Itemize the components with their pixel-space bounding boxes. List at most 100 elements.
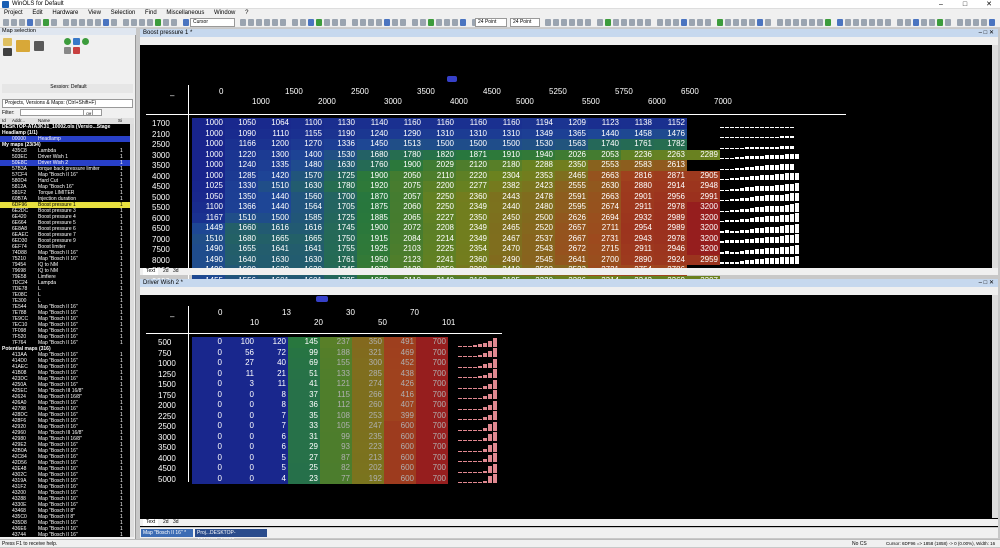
toolbar-button-icon[interactable] (825, 19, 831, 26)
map-cell[interactable]: 2180 (489, 160, 522, 171)
toolbar-button-icon[interactable] (785, 19, 791, 26)
map-cell[interactable]: 2989 (654, 212, 687, 223)
map-cell[interactable]: 115 (320, 389, 352, 400)
tab-text[interactable]: Text (143, 519, 159, 526)
map-cell[interactable]: 1500 (423, 139, 456, 150)
toolbar-button-icon[interactable] (63, 19, 69, 26)
map-cell[interactable]: 600 (384, 431, 416, 442)
map-cell[interactable]: 1871 (456, 149, 489, 160)
menu-find[interactable]: Find (141, 9, 161, 17)
map-cell[interactable]: 1875 (357, 202, 390, 213)
projects-combo[interactable]: Projects, Versions & Maps: (Ctrl+Shift+F… (2, 99, 133, 108)
map-cell[interactable]: 1480 (291, 160, 324, 171)
map-cell[interactable]: 1510 (192, 233, 225, 244)
map-cell[interactable]: 5 (256, 452, 288, 463)
map-cell[interactable]: 1000 (192, 128, 225, 139)
map-cell[interactable]: 0 (192, 431, 224, 442)
map-cell[interactable]: 2553 (588, 160, 621, 171)
map-cell[interactable]: 145 (288, 337, 320, 348)
map-cell[interactable]: 2641 (555, 254, 588, 265)
toolbar-button-icon[interactable] (897, 19, 903, 26)
map-cell[interactable]: 2467 (489, 233, 522, 244)
map-cell[interactable]: 0 (192, 389, 224, 400)
map-cell[interactable]: 2555 (555, 181, 588, 192)
map-cell[interactable]: 2123 (390, 254, 423, 265)
toolbar-button-icon[interactable] (905, 19, 911, 26)
map-cell[interactable]: 2911 (621, 202, 654, 213)
toolbar-button-icon[interactable] (837, 19, 843, 26)
map-cell[interactable]: 700 (416, 400, 448, 411)
map-cell[interactable]: 2711 (588, 223, 621, 234)
menu-window[interactable]: Window (210, 9, 239, 17)
font-size-select-2[interactable]: 24 Point (510, 18, 540, 27)
map-cell[interactable]: 2060 (390, 202, 423, 213)
map-cell[interactable]: 3200 (687, 223, 720, 234)
map-cell[interactable]: 2500 (522, 212, 555, 223)
map-cell[interactable]: 2349 (456, 202, 489, 213)
minimize-button[interactable]: – (930, 0, 952, 9)
map-cell[interactable]: 2954 (621, 223, 654, 234)
toolbar-button-icon[interactable] (809, 19, 815, 26)
map-cell[interactable]: 1660 (225, 223, 258, 234)
toolbar-button-icon[interactable] (845, 19, 851, 26)
map-cell[interactable]: 1100 (192, 202, 225, 213)
map-cell[interactable]: 1900 (357, 170, 390, 181)
map-cell[interactable]: 3 (224, 379, 256, 390)
vertical-scrollbar[interactable] (992, 295, 998, 518)
map-cell[interactable]: 1500 (456, 139, 489, 150)
toolbar-button-icon[interactable] (597, 19, 603, 26)
map-cell[interactable]: 2978 (654, 202, 687, 213)
map-cell[interactable]: 2871 (654, 170, 687, 181)
toolbar-button-icon[interactable] (87, 19, 93, 26)
map-cell[interactable]: 120 (256, 337, 288, 348)
map-cell[interactable]: 2470 (489, 244, 522, 255)
map-cell[interactable]: 0 (192, 400, 224, 411)
toolbar-button-icon[interactable] (777, 19, 783, 26)
map-cell[interactable]: 2350 (555, 160, 588, 171)
map-cell[interactable]: 1440 (588, 128, 621, 139)
map-cell[interactable]: 1240 (225, 160, 258, 171)
map-cell[interactable]: 1500 (258, 212, 291, 223)
disk-icon[interactable] (34, 41, 44, 51)
window-controls[interactable]: – □ ✕ (979, 29, 994, 37)
map-cell[interactable]: 0 (224, 463, 256, 474)
map-cell[interactable]: 2443 (489, 191, 522, 202)
map-cell[interactable]: 1925 (357, 244, 390, 255)
map-cell[interactable]: 36 (288, 400, 320, 411)
map-cell[interactable]: 7 (256, 410, 288, 421)
map-cell[interactable]: 1090 (225, 128, 258, 139)
toolbar-button-icon[interactable] (324, 19, 330, 26)
map-cell[interactable]: 1290 (390, 128, 423, 139)
map-cell[interactable]: 1365 (555, 128, 588, 139)
map-cell[interactable]: 4 (256, 473, 288, 484)
map-cell[interactable]: 51 (288, 368, 320, 379)
font-size-select[interactable]: 24 Point (475, 18, 507, 27)
map-cell[interactable]: 2220 (456, 170, 489, 181)
map-cell[interactable]: 0 (192, 379, 224, 390)
map-cell[interactable]: 1449 (192, 223, 225, 234)
toolbar-button-icon[interactable] (801, 19, 807, 26)
toolbar-button-icon[interactable] (869, 19, 875, 26)
map-cell[interactable]: 2480 (522, 202, 555, 213)
menu-edit[interactable]: Edit (28, 9, 46, 17)
map-cell[interactable]: 2382 (489, 181, 522, 192)
toolbar-button-icon[interactable] (376, 19, 382, 26)
map-cell[interactable]: 108 (320, 410, 352, 421)
toolbar-button-icon[interactable] (673, 19, 679, 26)
map-cell[interactable]: 1641 (258, 244, 291, 255)
close-button[interactable]: ✕ (978, 0, 1000, 9)
map-cell[interactable]: 1152 (654, 118, 687, 129)
map-cell[interactable]: 1330 (225, 181, 258, 192)
folder-icon[interactable] (3, 38, 12, 46)
map-cell[interactable]: 1476 (654, 128, 687, 139)
map-cell[interactable]: 2663 (588, 191, 621, 202)
toolbar-button-icon[interactable] (368, 19, 374, 26)
map-cell[interactable]: 2991 (687, 191, 720, 202)
toolbar-button-icon[interactable] (147, 19, 153, 26)
map-cell[interactable]: 33 (288, 421, 320, 432)
map-cell[interactable]: 469 (384, 347, 416, 358)
toolbar-button-icon[interactable] (553, 19, 559, 26)
map-cell[interactable]: 2956 (654, 191, 687, 202)
map-cell[interactable]: 1335 (258, 160, 291, 171)
map-cell[interactable]: 1310 (456, 128, 489, 139)
